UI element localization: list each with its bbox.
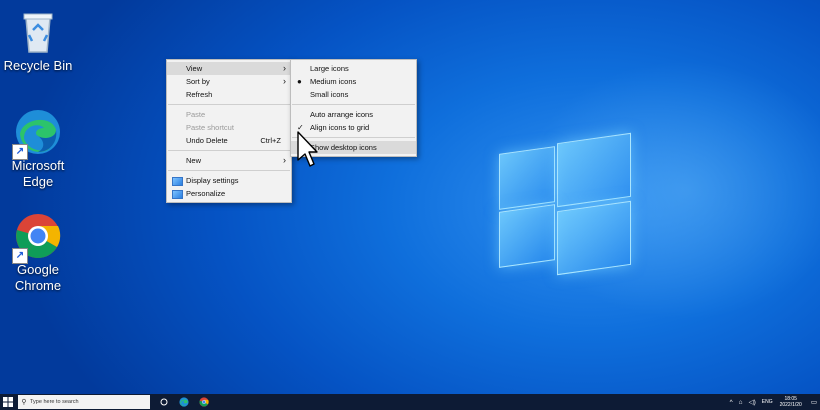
clock-date: 2022/1/20 xyxy=(779,402,802,408)
desktop-icon-recycle-bin[interactable]: Recycle Bin xyxy=(0,8,76,74)
personalize-icon xyxy=(172,190,183,199)
menu-separator xyxy=(168,104,290,105)
menu-separator xyxy=(168,150,290,151)
desktop-icon-label: Google Chrome xyxy=(14,262,62,293)
menu-item-paste-shortcut: Paste shortcut xyxy=(186,123,234,132)
windows-logo-wallpaper xyxy=(497,132,631,276)
shortcut-key-label: Ctrl+Z xyxy=(260,136,281,145)
menu-item-undo-delete[interactable]: Undo Delete Ctrl+Z xyxy=(167,134,291,147)
taskbar-edge-button[interactable] xyxy=(174,394,194,410)
show-hidden-icons-chevron-icon[interactable]: ^ xyxy=(730,399,733,406)
submenu-item-medium-icons[interactable]: ● Medium icons xyxy=(291,75,416,88)
menu-item-personalize[interactable]: Personalize xyxy=(167,187,291,200)
taskbar: ⚲ Type here to search ^ ⌂ ◁) ENG 18:05 2… xyxy=(0,394,820,410)
taskbar-chrome-button[interactable] xyxy=(194,394,214,410)
edge-icon xyxy=(179,397,189,407)
radio-bullet-icon: ● xyxy=(297,77,302,86)
windows-start-icon xyxy=(3,397,13,407)
cortana-button[interactable] xyxy=(154,394,174,410)
menu-item-refresh[interactable]: Refresh xyxy=(167,88,291,101)
menu-item-new[interactable]: New › xyxy=(167,154,291,167)
notifications-icon[interactable]: ▭ xyxy=(811,398,817,406)
menu-item-view[interactable]: View › xyxy=(167,62,291,75)
submenu-item-large-icons[interactable]: Large icons xyxy=(291,62,416,75)
system-tray: ^ ⌂ ◁) ENG 18:05 2022/1/20 ▭ xyxy=(727,394,820,410)
submenu-item-auto-arrange[interactable]: Auto arrange icons xyxy=(291,108,416,121)
search-placeholder: Type here to search xyxy=(30,399,79,405)
menu-separator xyxy=(168,170,290,171)
desktop-context-menu: View › Sort by › Refresh Paste Paste sho… xyxy=(166,59,292,203)
taskbar-search-box[interactable]: ⚲ Type here to search xyxy=(18,395,150,409)
recycle-bin-icon xyxy=(14,8,62,56)
submenu-item-small-icons[interactable]: Small icons xyxy=(291,88,416,101)
chrome-icon xyxy=(199,397,209,407)
menu-separator xyxy=(292,104,415,105)
mouse-pointer-icon xyxy=(297,131,318,167)
language-indicator[interactable]: ENG xyxy=(762,399,773,405)
chevron-right-icon: › xyxy=(283,63,286,73)
shortcut-arrow-icon: ↗ xyxy=(12,248,28,264)
desktop-icon-label: Recycle Bin xyxy=(3,58,73,73)
chevron-right-icon: › xyxy=(283,155,286,165)
shortcut-arrow-icon: ↗ xyxy=(12,144,28,160)
start-button[interactable] xyxy=(0,394,16,410)
menu-item-display-settings[interactable]: Display settings xyxy=(167,174,291,187)
desktop-icon-label: Microsoft Edge xyxy=(11,158,65,189)
volume-icon[interactable]: ◁) xyxy=(749,398,756,406)
network-icon[interactable]: ⌂ xyxy=(739,399,743,406)
search-icon: ⚲ xyxy=(21,399,27,406)
menu-item-sort-by[interactable]: Sort by › xyxy=(167,75,291,88)
cortana-circle-icon xyxy=(160,398,168,406)
desktop-icon-edge[interactable]: ↗ Microsoft Edge xyxy=(0,108,76,190)
edge-icon: ↗ xyxy=(12,108,62,160)
desktop-icon-chrome[interactable]: ↗ Google Chrome xyxy=(0,212,76,294)
menu-item-paste: Paste xyxy=(186,110,206,119)
taskbar-clock[interactable]: 18:05 2022/1/20 xyxy=(780,396,802,408)
chevron-right-icon: › xyxy=(283,76,286,86)
display-settings-icon xyxy=(172,177,183,186)
chrome-icon: ↗ xyxy=(12,212,62,264)
